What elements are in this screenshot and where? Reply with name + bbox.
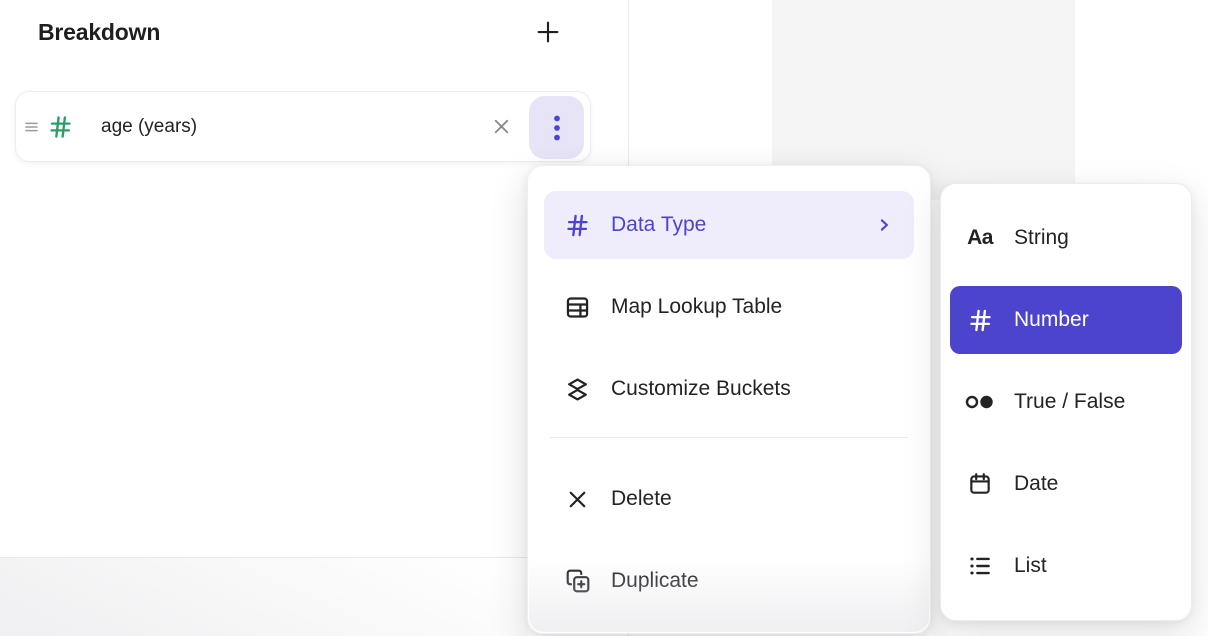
layers-icon (564, 376, 591, 403)
submenu-item-number[interactable]: Number (950, 286, 1182, 354)
submenu-item-true-false[interactable]: True / False (950, 368, 1182, 436)
menu-item-customize-buckets[interactable]: Customize Buckets (544, 355, 914, 423)
page-title: Breakdown (38, 19, 160, 46)
close-icon (490, 115, 513, 138)
table-icon (564, 294, 591, 321)
menu-item-label: Delete (611, 487, 672, 511)
string-icon: Aa (964, 224, 996, 252)
copy-plus-icon (564, 568, 591, 595)
field-name-label: age (years) (101, 116, 197, 138)
submenu-item-label: Number (1014, 308, 1089, 332)
menu-item-label: Duplicate (611, 569, 699, 593)
kebab-icon (544, 111, 570, 145)
data-type-submenu: Aa String Number True / False (940, 183, 1192, 621)
menu-divider (550, 437, 908, 438)
menu-item-label: Customize Buckets (611, 377, 791, 401)
drag-handle-icon[interactable] (24, 119, 40, 135)
submenu-item-label: String (1014, 226, 1069, 250)
hash-icon (964, 306, 996, 334)
menu-item-delete[interactable]: Delete (544, 465, 914, 533)
chevron-right-icon (874, 215, 894, 235)
submenu-item-list[interactable]: List (950, 532, 1182, 600)
submenu-item-label: True / False (1014, 390, 1125, 414)
menu-item-duplicate[interactable]: Duplicate (544, 547, 914, 615)
add-breakdown-button[interactable] (530, 13, 566, 51)
menu-item-label: Data Type (611, 213, 706, 237)
remove-field-button[interactable] (488, 114, 514, 140)
submenu-item-date[interactable]: Date (950, 450, 1182, 518)
field-options-button[interactable] (529, 96, 584, 159)
submenu-item-label: Date (1014, 472, 1058, 496)
close-icon (564, 486, 591, 513)
field-context-menu: Data Type Map Lookup Table Customize Buc… (527, 165, 931, 634)
submenu-item-label: List (1014, 554, 1047, 578)
menu-item-map-lookup-table[interactable]: Map Lookup Table (544, 273, 914, 341)
list-icon (964, 552, 996, 580)
submenu-item-string[interactable]: Aa String (950, 204, 1182, 272)
menu-item-data-type[interactable]: Data Type (544, 191, 914, 259)
hash-icon (564, 212, 591, 239)
hash-icon (47, 113, 74, 140)
menu-item-label: Map Lookup Table (611, 295, 782, 319)
footer-strip (0, 557, 528, 636)
calendar-icon (964, 470, 996, 498)
breakdown-field-card[interactable]: age (years) (15, 91, 591, 162)
plus-icon (533, 17, 563, 47)
true-false-icon (964, 388, 996, 416)
